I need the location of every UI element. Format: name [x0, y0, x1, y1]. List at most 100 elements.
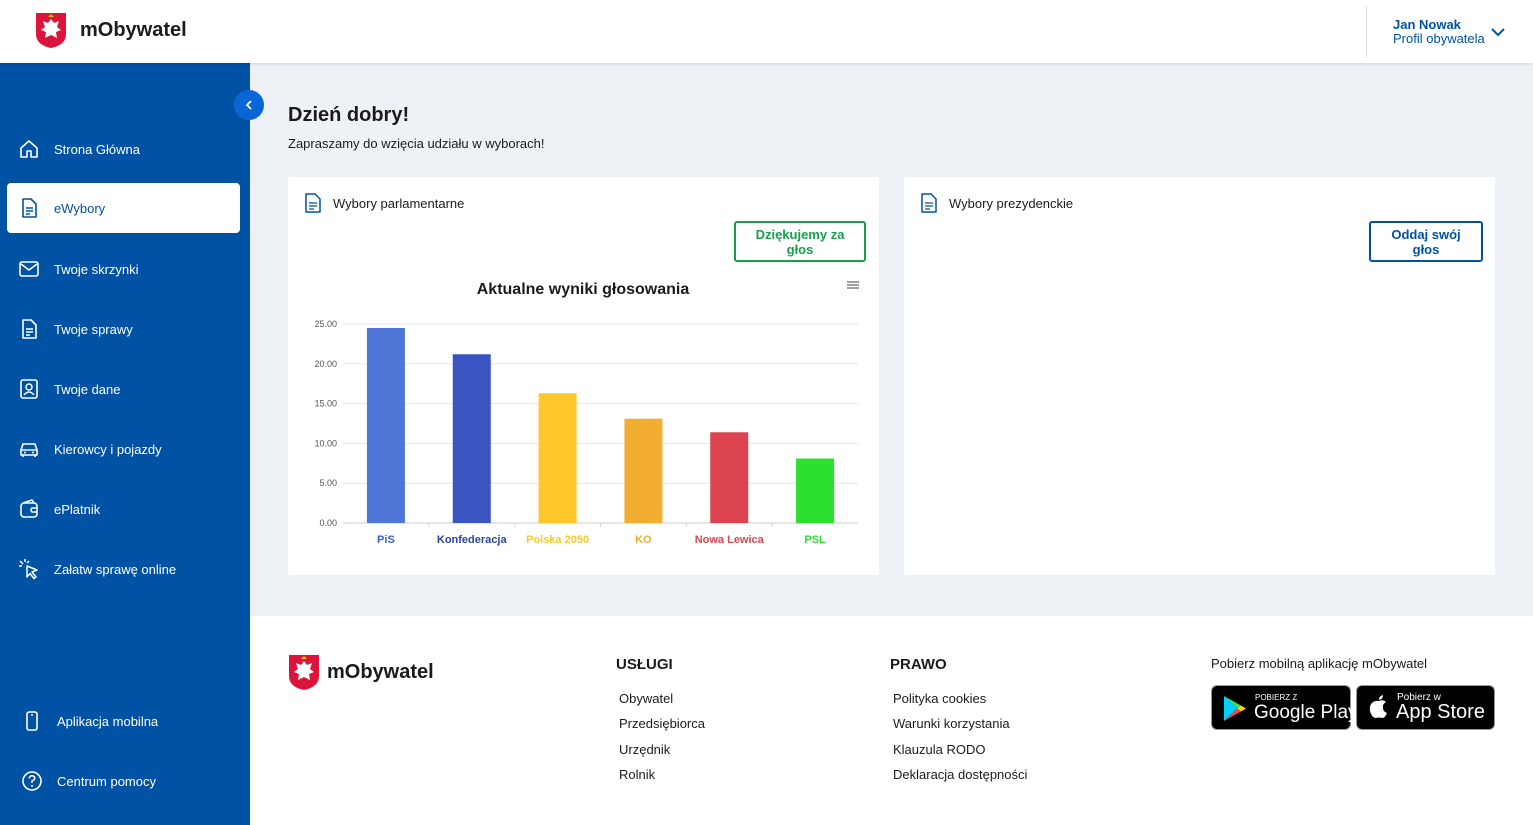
person-icon: [18, 378, 40, 400]
sidebar-item-centrum-pomocy[interactable]: Centrum pomocy: [7, 756, 240, 806]
chevron-left-icon: [245, 100, 252, 110]
y-tick-label: 10.00: [314, 438, 337, 448]
page-title: Dzień dobry!: [288, 104, 410, 126]
apple-icon: [1369, 695, 1387, 718]
sidebar-item-twoje-skrzynki[interactable]: Twoje skrzynki: [7, 244, 240, 294]
y-tick-label: 20.00: [314, 359, 337, 369]
car-icon: [18, 438, 40, 460]
google-play-small-text: POBIERZ Z: [1255, 693, 1298, 702]
x-category-label: Polska 2050: [526, 534, 589, 546]
y-tick-label: 25.00: [314, 319, 337, 329]
bar-ko[interactable]: [624, 418, 663, 523]
sidebar-item-aplikacja-mobilna[interactable]: Aplikacja mobilna: [7, 696, 240, 746]
footer-link-cookies[interactable]: Polityka cookies: [893, 691, 1027, 716]
footer-link-przedsiebiorca[interactable]: Przedsiębiorca: [619, 716, 705, 741]
sidebar-collapse-button[interactable]: [234, 90, 264, 120]
footer-column-title: PRAWO: [890, 656, 947, 673]
sidebar-item-label: Twoje sprawy: [54, 321, 133, 337]
footer: mObywatel USŁUGI Obywatel Przedsiębiorca…: [250, 616, 1533, 825]
sidebar-item-label: Załatw sprawę online: [54, 561, 177, 577]
help-icon: [21, 770, 43, 792]
user-role: Profil obywatela: [1393, 31, 1485, 46]
cast-vote-button[interactable]: Oddaj swój głos: [1369, 221, 1483, 262]
sidebar-item-eplatnik[interactable]: ePlatnik: [7, 484, 240, 534]
app-store-button[interactable]: Pobierz w App Store: [1356, 685, 1495, 730]
sidebar-item-twoje-dane[interactable]: Twoje dane: [7, 364, 240, 414]
mail-icon: [18, 258, 40, 280]
footer-link-rolnik[interactable]: Rolnik: [619, 767, 705, 792]
sidebar-item-label: ePlatnik: [54, 501, 101, 517]
card-title: Wybory prezydenckie: [949, 195, 1074, 211]
footer-services-column: USŁUGI Obywatel Przedsiębiorca Urzędnik …: [616, 656, 705, 792]
card-header: Wybory prezydenckie: [920, 193, 1073, 213]
x-category-label: PiS: [377, 534, 395, 546]
footer-link-terms[interactable]: Warunki korzystania: [893, 716, 1027, 741]
footer-link-urzednik[interactable]: Urzędnik: [619, 742, 705, 767]
x-category-label: KO: [635, 534, 652, 546]
document-icon: [18, 318, 40, 340]
wallet-icon: [18, 498, 40, 520]
document-icon: [18, 197, 40, 219]
footer-brand-name: mObywatel: [327, 661, 434, 683]
footer-law-column: PRAWO Polityka cookies Warunki korzystan…: [890, 656, 1027, 792]
page-subtitle: Zapraszamy do wzięcia udziału w wyborach…: [288, 136, 545, 151]
y-tick-label: 15.00: [314, 399, 337, 409]
bar-konfederacja[interactable]: [452, 354, 491, 523]
sidebar-item-strona-glowna[interactable]: Strona Główna: [7, 124, 240, 174]
sidebar-item-zalatw-sprawe-online[interactable]: Załatw sprawę online: [7, 544, 240, 594]
x-category-label: PSL: [804, 534, 826, 546]
eagle-emblem-icon: [289, 655, 319, 690]
election-card-parliamentary: Wybory parlamentarne Dziękujemy za głos …: [288, 177, 879, 575]
bar-polska-2050[interactable]: [538, 393, 577, 523]
app-store-big-text: App Store: [1396, 701, 1485, 723]
bar-psl[interactable]: [796, 458, 835, 523]
thanks-for-vote-button[interactable]: Dziękujemy za głos: [734, 221, 866, 262]
footer-link-accessibility[interactable]: Deklaracja dostępności: [893, 767, 1027, 792]
top-header: mObywatel Jan Nowak Profil obywatela: [0, 0, 1533, 63]
footer-app-download: Pobierz mobilną aplikację mObywatel POBI…: [1211, 656, 1495, 730]
footer-brand-logo[interactable]: mObywatel: [288, 654, 434, 691]
cursor-click-icon: [18, 558, 40, 580]
y-tick-label: 0.00: [319, 518, 337, 528]
google-play-button[interactable]: POBIERZ Z Google Play: [1211, 685, 1358, 730]
sidebar-item-label: Twoje dane: [54, 381, 121, 397]
sidebar-item-label: eWybory: [54, 200, 106, 216]
sidebar-item-kierowcy-i-pojazdy[interactable]: Kierowcy i pojazdy: [7, 424, 240, 474]
user-name: Jan Nowak: [1393, 17, 1461, 32]
x-category-label: Nowa Lewica: [695, 534, 765, 546]
home-icon: [18, 138, 40, 160]
sidebar: Strona Główna eWybory Twoje skrzynki Two…: [0, 63, 250, 825]
eagle-emblem-icon: [36, 13, 66, 48]
sidebar-item-label: Centrum pomocy: [57, 773, 156, 789]
chart-title: Aktualne wyniki głosowania: [477, 281, 690, 298]
google-play-icon: [1224, 696, 1246, 721]
brand-logo[interactable]: mObywatel: [35, 12, 187, 49]
y-tick-label: 5.00: [319, 478, 337, 488]
footer-link-obywatel[interactable]: Obywatel: [619, 691, 705, 716]
x-category-label: Konfederacja: [437, 534, 508, 546]
results-bar-chart: Aktualne wyniki głosowania 0.00 5.00 10.00…: [314, 279, 866, 546]
document-icon: [305, 193, 321, 213]
header-divider: [1366, 6, 1367, 57]
sidebar-item-label: Kierowcy i pojazdy: [54, 441, 162, 457]
document-icon: [921, 193, 937, 213]
sidebar-item-label: Twoje skrzynki: [54, 261, 139, 277]
card-title: Wybory parlamentarne: [333, 195, 465, 211]
footer-column-title: USŁUGI: [616, 656, 673, 673]
chart-menu-icon[interactable]: [840, 279, 866, 297]
sidebar-item-label: Strona Główna: [54, 141, 140, 157]
google-play-big-text: Google Play: [1254, 702, 1358, 723]
app-download-title: Pobierz mobilną aplikację mObywatel: [1211, 656, 1428, 671]
sidebar-item-ewybory[interactable]: eWybory: [7, 183, 240, 233]
card-header: Wybory parlamentarne: [304, 193, 464, 213]
phone-icon: [21, 710, 43, 732]
sidebar-item-label: Aplikacja mobilna: [57, 713, 159, 729]
brand-name: mObywatel: [80, 19, 187, 41]
bar-pis[interactable]: [366, 327, 405, 523]
user-profile-menu[interactable]: Jan Nowak Profil obywatela: [1393, 18, 1485, 46]
bar-nowa-lewica[interactable]: [710, 432, 749, 523]
footer-link-rodo[interactable]: Klauzula RODO: [893, 742, 1027, 767]
sidebar-item-twoje-sprawy[interactable]: Twoje sprawy: [7, 304, 240, 354]
chevron-down-icon[interactable]: [1490, 24, 1506, 40]
election-card-presidential: Wybory prezydenckie Oddaj swój głos: [904, 177, 1495, 575]
